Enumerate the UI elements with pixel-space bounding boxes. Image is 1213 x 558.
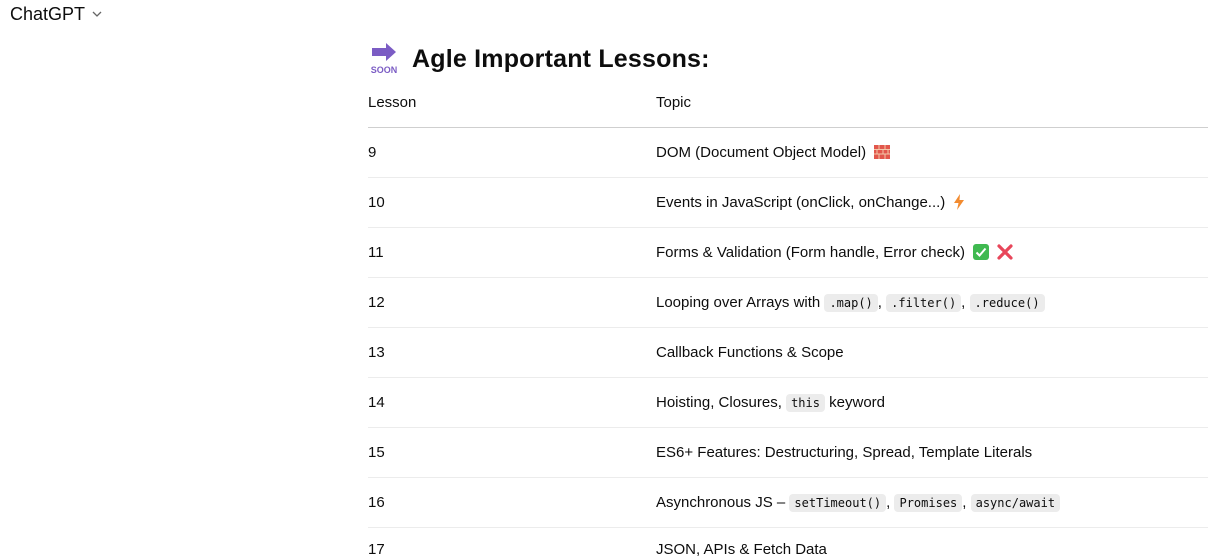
lesson-number: 12: [368, 278, 656, 328]
lesson-number: 16: [368, 478, 656, 528]
lessons-table: Lesson Topic 9 DOM (Document Object Mode…: [368, 92, 1208, 558]
inline-code: .map(): [824, 294, 877, 312]
table-row: 10 Events in JavaScript (onClick, onChan…: [368, 178, 1208, 228]
inline-code: async/await: [971, 494, 1060, 512]
lesson-topic: Events in JavaScript (onClick, onChange.…: [656, 178, 1208, 228]
topic-text: keyword: [829, 394, 885, 411]
lesson-topic: ES6+ Features: Destructuring, Spread, Te…: [656, 428, 1208, 478]
lesson-number: 10: [368, 178, 656, 228]
separator: ,: [962, 494, 966, 511]
lesson-topic: Asynchronous JS – setTimeout(), Promises…: [656, 478, 1208, 528]
soon-arrow-icon: SOON: [368, 42, 400, 76]
table-row: 14 Hoisting, Closures, this keyword: [368, 378, 1208, 428]
section-heading: SOON Agle Important Lessons:: [368, 40, 1208, 78]
inline-code: setTimeout(): [789, 494, 886, 512]
lesson-number: 13: [368, 328, 656, 378]
lightning-icon: [953, 194, 965, 210]
assistant-message: SOON Agle Important Lessons: Lesson Topi…: [368, 40, 1208, 558]
table-header-row: Lesson Topic: [368, 92, 1208, 128]
lesson-topic: Hoisting, Closures, this keyword: [656, 378, 1208, 428]
lesson-number: 11: [368, 228, 656, 278]
lesson-topic: Looping over Arrays with .map(), .filter…: [656, 278, 1208, 328]
model-selector[interactable]: ChatGPT: [10, 2, 103, 26]
inline-code: .reduce(): [970, 294, 1045, 312]
cross-mark-icon: [997, 244, 1013, 260]
table-row: 9 DOM (Document Object Model): [368, 128, 1208, 178]
topic-text: Forms & Validation (Form handle, Error c…: [656, 244, 965, 261]
lesson-number: 14: [368, 378, 656, 428]
topic-text: Asynchronous JS –: [656, 494, 785, 511]
lesson-number: 9: [368, 128, 656, 178]
topic-text: Events in JavaScript (onClick, onChange.…: [656, 194, 945, 211]
separator: ,: [878, 294, 882, 311]
table-row: 17 JSON, APIs & Fetch Data: [368, 528, 1208, 558]
lesson-topic: Callback Functions & Scope: [656, 328, 1208, 378]
table-row: 15 ES6+ Features: Destructuring, Spread,…: [368, 428, 1208, 478]
topic-text: DOM (Document Object Model): [656, 144, 866, 161]
topic-text: Looping over Arrays with: [656, 294, 820, 311]
table-row: 13 Callback Functions & Scope: [368, 328, 1208, 378]
table-row: 16 Asynchronous JS – setTimeout(), Promi…: [368, 478, 1208, 528]
inline-code: this: [786, 394, 825, 412]
separator: ,: [886, 494, 890, 511]
table-row: 11 Forms & Validation (Form handle, Erro…: [368, 228, 1208, 278]
header-topic: Topic: [656, 92, 1208, 128]
lesson-number: 17: [368, 528, 656, 558]
lesson-number: 15: [368, 428, 656, 478]
lesson-topic: Forms & Validation (Form handle, Error c…: [656, 228, 1208, 278]
topic-text: Hoisting, Closures,: [656, 394, 782, 411]
heading-text: Agle Important Lessons:: [412, 45, 710, 74]
check-mark-icon: [973, 244, 989, 260]
separator: ,: [961, 294, 965, 311]
soon-icon-text: SOON: [371, 65, 398, 75]
chevron-down-icon: [91, 8, 103, 20]
table-row: 12 Looping over Arrays with .map(), .fil…: [368, 278, 1208, 328]
brick-icon: [874, 144, 890, 160]
model-name: ChatGPT: [10, 4, 85, 25]
lesson-topic: JSON, APIs & Fetch Data: [656, 528, 1208, 558]
lesson-topic: DOM (Document Object Model): [656, 128, 1208, 178]
header-lesson: Lesson: [368, 92, 656, 128]
inline-code: .filter(): [886, 294, 961, 312]
inline-code: Promises: [894, 494, 962, 512]
